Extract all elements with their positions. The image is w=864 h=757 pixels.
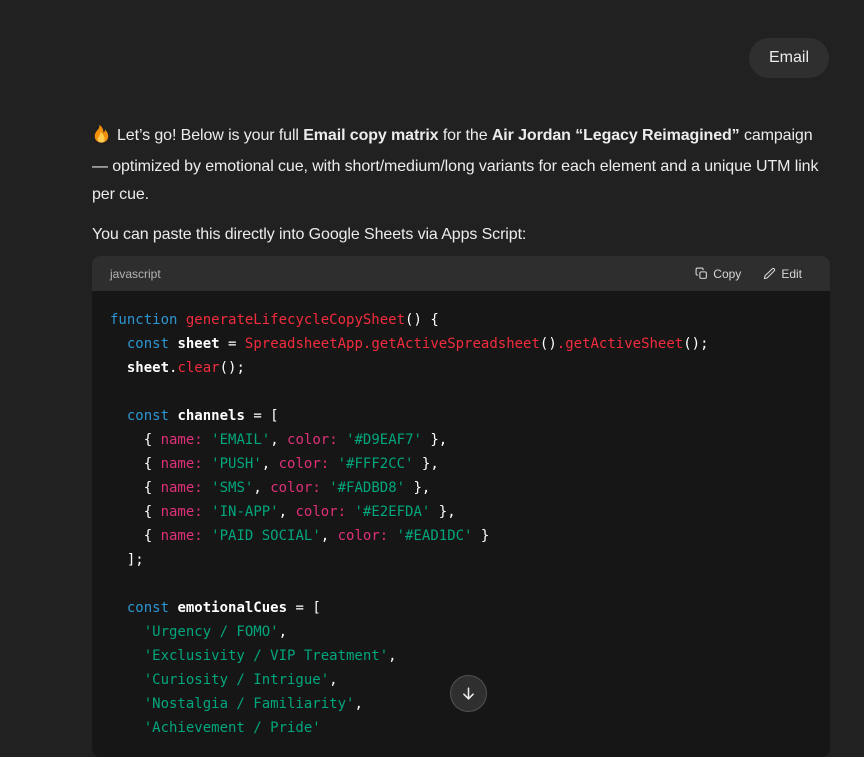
copy-button[interactable]: Copy: [689, 263, 747, 285]
paragraph-1-segments: Let’s go! Below is your full Email copy …: [92, 127, 818, 203]
user-message-bubble: Email: [749, 38, 829, 78]
edit-button-label: Edit: [781, 267, 802, 281]
arrow-down-icon: [460, 685, 477, 702]
copy-button-label: Copy: [713, 267, 741, 281]
assistant-message: Let’s go! Below is your full Email copy …: [92, 122, 830, 757]
user-message-text: Email: [769, 49, 809, 66]
code-language-label: javascript: [110, 267, 161, 281]
code-block-header: javascript Copy Edit: [92, 256, 830, 291]
scroll-to-bottom-button[interactable]: [450, 675, 487, 712]
fire-emoji-icon: [92, 124, 111, 153]
edit-button[interactable]: Edit: [757, 263, 808, 285]
assistant-paragraph-2: You can paste this directly into Google …: [92, 221, 830, 249]
edit-pencil-icon: [763, 267, 776, 280]
code-header-actions: Copy Edit: [689, 263, 808, 285]
copy-icon: [695, 267, 708, 280]
assistant-paragraph-1: Let’s go! Below is your full Email copy …: [92, 122, 830, 209]
